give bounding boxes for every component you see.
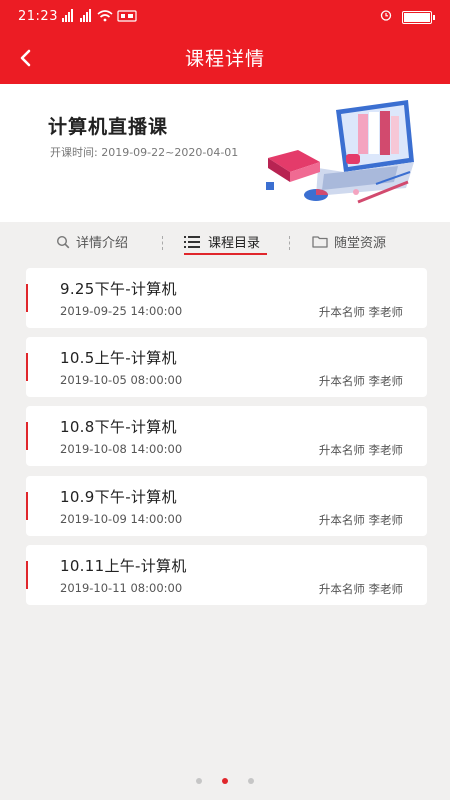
laptop-books-illustration xyxy=(266,100,414,204)
tab-divider xyxy=(289,236,290,250)
tab-bar: 详情介绍 课程目录 随堂资源 xyxy=(0,222,450,262)
search-icon xyxy=(56,235,70,248)
status-right xyxy=(380,9,435,25)
lesson-teacher: 升本名师 李老师 xyxy=(318,513,403,527)
lesson-card[interactable]: 10.8下午-计算机 2019-10-08 14:00:00 升本名师 李老师 xyxy=(26,406,427,466)
page-title: 课程详情 xyxy=(184,48,265,70)
tab-details[interactable]: 详情介绍 xyxy=(56,232,128,251)
signal-icon xyxy=(62,9,138,26)
tab-catalog[interactable]: 课程目录 xyxy=(184,232,260,251)
lesson-teacher: 升本名师 李老师 xyxy=(318,374,403,388)
lesson-teacher: 升本名师 李老师 xyxy=(318,582,403,596)
page-dot[interactable] xyxy=(196,778,202,784)
lesson-card[interactable]: 10.5上午-计算机 2019-10-05 08:00:00 升本名师 李老师 xyxy=(26,337,427,397)
lesson-time: 2019-10-09 14:00:00 xyxy=(60,512,183,526)
status-bar: 21:23 xyxy=(0,0,450,36)
lesson-accent-bar xyxy=(26,561,28,589)
lesson-teacher: 升本名师 李老师 xyxy=(318,443,403,457)
lesson-accent-bar xyxy=(26,284,28,312)
tab-divider xyxy=(162,236,163,250)
lesson-card[interactable]: 9.25下午-计算机 2019-09-25 14:00:00 升本名师 李老师 xyxy=(26,268,427,328)
lesson-card[interactable]: 10.9下午-计算机 2019-10-09 14:00:00 升本名师 李老师 xyxy=(26,476,427,536)
course-date-range: 2019-09-22~2020-04-01 xyxy=(101,146,239,159)
tab-details-label: 详情介绍 xyxy=(76,236,129,251)
page-dot-active[interactable] xyxy=(222,778,228,784)
lesson-accent-bar xyxy=(26,422,28,450)
battery-icon xyxy=(402,10,435,24)
tab-active-indicator xyxy=(184,253,267,255)
lesson-card[interactable]: 10.11上午-计算机 2019-10-11 08:00:00 升本名师 李老师 xyxy=(26,545,427,605)
page-indicator xyxy=(0,778,450,788)
page-dot[interactable] xyxy=(248,778,254,784)
tab-catalog-label: 课程目录 xyxy=(208,236,261,251)
course-title: 计算机直播课 xyxy=(48,116,169,138)
course-date: 开课时间: 2019-09-22~2020-04-01 xyxy=(50,144,238,160)
status-time: 21:23 xyxy=(18,9,58,24)
lesson-title: 10.9下午-计算机 xyxy=(60,488,177,506)
lesson-title: 10.8下午-计算机 xyxy=(60,418,177,436)
lesson-accent-bar xyxy=(26,353,28,381)
lesson-time: 2019-10-05 08:00:00 xyxy=(60,373,183,387)
lesson-title: 9.25下午-计算机 xyxy=(60,280,177,298)
folder-icon xyxy=(312,236,328,248)
lesson-time: 2019-10-08 14:00:00 xyxy=(60,442,183,456)
alarm-icon xyxy=(380,9,392,25)
lesson-accent-bar xyxy=(26,492,28,520)
tab-resources-label: 随堂资源 xyxy=(334,236,387,251)
lesson-teacher: 升本名师 李老师 xyxy=(318,305,403,319)
list-icon xyxy=(184,235,200,248)
lesson-title: 10.5上午-计算机 xyxy=(60,349,177,367)
course-date-label: 开课时间: xyxy=(50,146,98,159)
course-hero: 计算机直播课 开课时间: 2019-09-22~2020-04-01 xyxy=(0,84,450,222)
lesson-title: 10.11上午-计算机 xyxy=(60,557,187,575)
lesson-time: 2019-09-25 14:00:00 xyxy=(60,304,183,318)
lesson-time: 2019-10-11 08:00:00 xyxy=(60,581,183,595)
tab-resources[interactable]: 随堂资源 xyxy=(312,232,386,251)
